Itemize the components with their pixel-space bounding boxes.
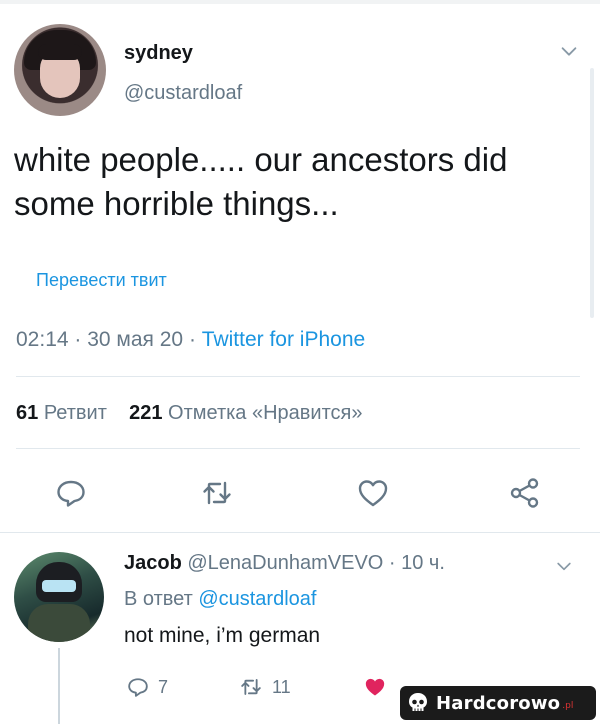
watermark-text: Hardcorowo xyxy=(436,692,561,714)
reply-like-button[interactable] xyxy=(362,674,388,700)
reply-author-avatar[interactable] xyxy=(14,552,104,642)
in-reply-to: В ответ @custardloaf xyxy=(124,588,316,611)
tweet-text-line: some horrible things... xyxy=(14,185,339,222)
tweet-time: 02:14 xyxy=(16,328,69,351)
tweet-text: white people..... our ancestors did some… xyxy=(14,138,584,226)
reply-icon[interactable] xyxy=(54,476,88,510)
reply-retweet-button[interactable]: 11 xyxy=(238,674,291,700)
tweet-stats: 61 Ретвит 221 Отметка «Нравится» xyxy=(16,402,362,425)
divider xyxy=(16,448,580,449)
in-reply-to-handle[interactable]: @custardloaf xyxy=(198,588,316,610)
chevron-down-icon[interactable] xyxy=(558,40,580,62)
like-stat[interactable]: 221 Отметка «Нравится» xyxy=(129,402,362,424)
skull-icon xyxy=(409,693,427,711)
reply-retweet-count: 11 xyxy=(272,676,291,697)
heart-icon xyxy=(365,678,385,696)
retweet-stat[interactable]: 61 Ретвит xyxy=(16,402,107,424)
tweet-meta: 02:14 · 30 мая 20 · Twitter for iPhone xyxy=(16,328,365,352)
retweet-icon xyxy=(241,679,261,695)
author-display-name[interactable]: sydney xyxy=(124,42,193,65)
tweet-text-line: white people..... our ancestors did xyxy=(14,141,508,178)
reply-text: not mine, i’m german xyxy=(124,624,321,647)
divider xyxy=(16,376,580,377)
watermark-tld: .pl xyxy=(562,701,574,711)
reply-header: Jacob @LenaDunhamVEVO · 10 ч. xyxy=(124,552,445,574)
top-divider xyxy=(0,0,600,4)
tweet-header: sydney @custardloaf xyxy=(14,22,594,122)
reply-display-name[interactable]: Jacob xyxy=(124,552,182,574)
site-watermark: Hardcorowo .pl xyxy=(400,686,596,720)
reply-reply-button[interactable]: 7 xyxy=(126,674,168,700)
author-handle[interactable]: @custardloaf xyxy=(124,82,242,105)
meta-separator: · xyxy=(68,328,88,351)
avatar-body xyxy=(28,604,90,642)
reply-time-ago[interactable]: 10 ч. xyxy=(401,552,445,574)
avatar-visor xyxy=(42,580,76,592)
reply-count: 7 xyxy=(158,676,169,697)
author-avatar[interactable] xyxy=(14,24,106,116)
translate-tweet-link[interactable]: Перевести твит xyxy=(36,270,167,291)
retweet-icon[interactable] xyxy=(200,476,234,510)
tweet-date[interactable]: 30 мая 20 xyxy=(87,328,183,351)
retweet-count: 61 xyxy=(16,402,39,424)
chevron-down-icon[interactable] xyxy=(554,556,574,576)
divider xyxy=(0,532,600,533)
share-icon[interactable] xyxy=(508,476,542,510)
tweet-source-link[interactable]: Twitter for iPhone xyxy=(202,328,365,351)
like-label: Отметка «Нравится» xyxy=(168,402,363,424)
retweet-label: Ретвит xyxy=(43,402,107,424)
in-reply-prefix: В ответ xyxy=(124,588,193,610)
heart-icon[interactable] xyxy=(356,476,390,510)
avatar-fringe xyxy=(38,44,82,60)
thread-line xyxy=(58,648,60,724)
reply-icon xyxy=(128,678,148,697)
meta-separator: · xyxy=(183,328,202,351)
like-count: 221 xyxy=(129,402,163,424)
reply-handle[interactable]: @LenaDunhamVEVO xyxy=(187,552,383,574)
